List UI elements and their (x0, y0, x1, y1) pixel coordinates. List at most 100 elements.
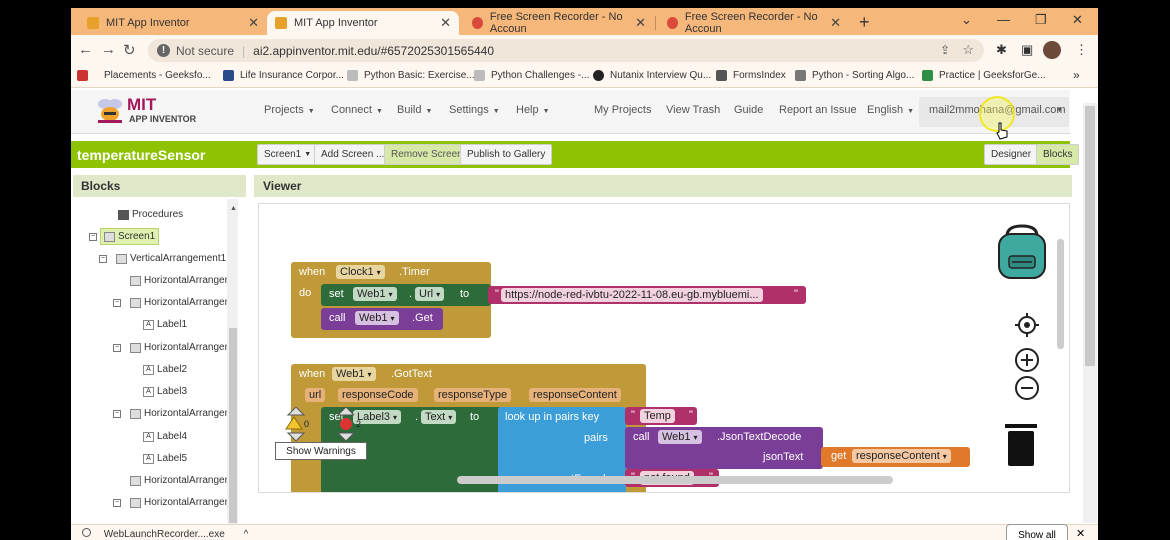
new-tab-icon[interactable]: + (859, 12, 870, 33)
address-bar[interactable]: ! Not secure | ai2.appinventor.mit.edu/#… (148, 39, 984, 62)
param-responsecode[interactable]: responseCode (338, 388, 418, 402)
param-responsetype[interactable]: responseType (434, 388, 512, 402)
publish-gallery-button[interactable]: Publish to Gallery (460, 144, 553, 165)
download-item[interactable]: WebLaunchRecorder....exe ^ (82, 528, 248, 540)
blocks-workspace[interactable]: when Clock1 .Timer do set Web1 . Url to … (258, 203, 1070, 493)
close-window-icon[interactable]: ✕ (1072, 12, 1083, 28)
url-string-value[interactable]: https://node-red-ivbtu-2022-11-08.eu-gb.… (501, 288, 763, 302)
warning-icon[interactable]: ! (157, 44, 170, 57)
center-target-icon[interactable] (1014, 312, 1040, 338)
forward-icon[interactable]: → (101, 41, 116, 58)
back-icon[interactable]: ← (78, 41, 93, 58)
collapse-icon[interactable]: − (99, 254, 107, 263)
responsecontent-dropdown[interactable]: responseContent (852, 449, 951, 463)
zoom-in-icon[interactable] (1014, 347, 1040, 373)
tree-item-label4[interactable]: A Label4 (143, 431, 187, 442)
link-view-trash[interactable]: View Trash (666, 104, 720, 116)
tree-item-label2[interactable]: A Label2 (143, 364, 187, 375)
bookmark-2[interactable]: Python Basic: Exercise... (347, 70, 475, 81)
link-guide[interactable]: Guide (734, 104, 763, 116)
blocks-button[interactable]: Blocks (1036, 144, 1080, 165)
bookmark-0[interactable]: Placements - Geeksfo... (77, 70, 211, 81)
chevron-down-icon[interactable]: ⌄ (961, 12, 972, 28)
tree-item-label1[interactable]: A Label1 (143, 319, 187, 330)
clock-dropdown[interactable]: Clock1 (336, 265, 385, 279)
tree-item-horizontalarrangement[interactable]: HorizontalArrangen (130, 275, 230, 286)
menu-projects[interactable]: Projects ▼ (264, 104, 315, 116)
link-report-issue[interactable]: Report an Issue (779, 104, 857, 116)
param-responsecontent[interactable]: responseContent (529, 388, 621, 402)
tree-item-verticalarrangement1[interactable]: − VerticalArrangement1 (99, 253, 226, 264)
minimize-icon[interactable]: — (997, 12, 1010, 27)
trash-icon[interactable] (1003, 422, 1039, 468)
share-icon[interactable]: ⇪ (940, 43, 950, 57)
star-icon[interactable]: ☆ (962, 42, 974, 58)
more-bookmarks-icon[interactable]: » (1073, 68, 1080, 82)
web1-dropdown[interactable]: Web1 (332, 367, 376, 381)
web1-dropdown[interactable]: Web1 (658, 430, 702, 444)
show-warnings-button[interactable]: Show Warnings (275, 442, 367, 460)
chevron-up-icon[interactable]: ^ (244, 529, 249, 540)
restore-icon[interactable]: ❐ (1035, 12, 1047, 28)
collapse-icon[interactable]: − (113, 498, 121, 507)
text-property-dropdown[interactable]: Text (421, 410, 457, 424)
bookmark-7[interactable]: Practice | GeeksforGe... (922, 70, 1046, 81)
menu-settings[interactable]: Settings ▼ (449, 104, 500, 116)
show-all-downloads-button[interactable]: Show all (1006, 524, 1068, 540)
bookmark-1[interactable]: Life Insurance Corpor... (223, 70, 344, 81)
warning-toggle-arrows-icon[interactable] (274, 406, 356, 442)
tree-item-horizontalarrangement[interactable]: − HorizontalArrangen (113, 342, 230, 353)
tab-4[interactable]: Free Screen Recorder - No Accoun ✕ (659, 11, 849, 35)
url-property-dropdown[interactable]: Url (415, 287, 445, 301)
zoom-out-icon[interactable] (1014, 375, 1040, 401)
menu-language[interactable]: English ▼ (867, 104, 914, 116)
collapse-icon[interactable]: − (113, 298, 121, 307)
tree-item-label3[interactable]: A Label3 (143, 386, 187, 397)
add-screen-button[interactable]: Add Screen ... (314, 144, 392, 165)
workspace-horizontal-scrollbar[interactable] (457, 476, 893, 484)
tab-1[interactable]: MIT App Inventor ✕ (79, 11, 267, 35)
collapse-icon[interactable]: − (113, 409, 121, 418)
close-icon[interactable]: ✕ (830, 15, 841, 31)
menu-connect[interactable]: Connect ▼ (331, 104, 383, 116)
tree-item-screen1[interactable]: − Screen1 (89, 228, 160, 245)
tree-item-horizontalarrangement[interactable]: − HorizontalArrangen (113, 497, 230, 508)
tree-item-procedures[interactable]: Procedures (118, 209, 183, 220)
backpack-icon[interactable] (993, 222, 1051, 280)
menu-help[interactable]: Help ▼ (516, 104, 550, 116)
tree-item-horizontalarrangement[interactable]: − HorizontalArrangen (113, 297, 230, 308)
bookmark-3[interactable]: Python Challenges -... (474, 70, 589, 81)
bookmark-5[interactable]: FormsIndex (716, 70, 786, 81)
tab-3[interactable]: Free Screen Recorder - No Accoun ✕ (464, 11, 654, 35)
screen-selector[interactable]: Screen1 ▼ (257, 144, 319, 165)
tree-item-label5[interactable]: A Label5 (143, 453, 187, 464)
collapse-icon[interactable]: − (113, 343, 121, 352)
side-panel-icon[interactable]: ▣ (1021, 42, 1033, 58)
web1-dropdown[interactable]: Web1 (355, 311, 399, 325)
link-my-projects[interactable]: My Projects (594, 104, 651, 116)
tab-2[interactable]: MIT App Inventor ✕ (267, 11, 459, 35)
remove-screen-button[interactable]: Remove Screen (384, 144, 470, 165)
workspace-vertical-scrollbar[interactable] (1057, 239, 1064, 349)
designer-button[interactable]: Designer (984, 144, 1039, 165)
tree-scrollbar-thumb[interactable] (229, 328, 237, 523)
tree-item-horizontalarrangement[interactable]: HorizontalArrangen (130, 475, 230, 486)
page-scrollbar-thumb[interactable] (1085, 106, 1095, 366)
more-icon[interactable]: ⋮ (1075, 42, 1088, 58)
profile-avatar[interactable] (1043, 41, 1061, 59)
temp-string-value[interactable]: Temp (640, 409, 675, 423)
tree-item-horizontalarrangement[interactable]: − HorizontalArrangen (113, 408, 230, 419)
close-download-bar-icon[interactable]: ✕ (1076, 527, 1085, 540)
extensions-icon[interactable]: ✱ (996, 42, 1007, 58)
param-url[interactable]: url (305, 388, 326, 402)
web1-dropdown[interactable]: Web1 (353, 287, 397, 301)
bookmark-4[interactable]: Nutanix Interview Qu... (593, 70, 711, 81)
close-icon[interactable]: ✕ (440, 15, 451, 31)
bookmark-6[interactable]: Python - Sorting Algo... (795, 70, 914, 81)
reload-icon[interactable]: ↻ (123, 41, 136, 59)
app-inventor-logo[interactable]: MIT APP INVENTOR (93, 93, 203, 129)
menu-build[interactable]: Build ▼ (397, 104, 432, 116)
close-icon[interactable]: ✕ (248, 15, 259, 31)
collapse-icon[interactable]: − (89, 232, 97, 241)
scroll-up-icon[interactable]: ▲ (230, 205, 237, 212)
